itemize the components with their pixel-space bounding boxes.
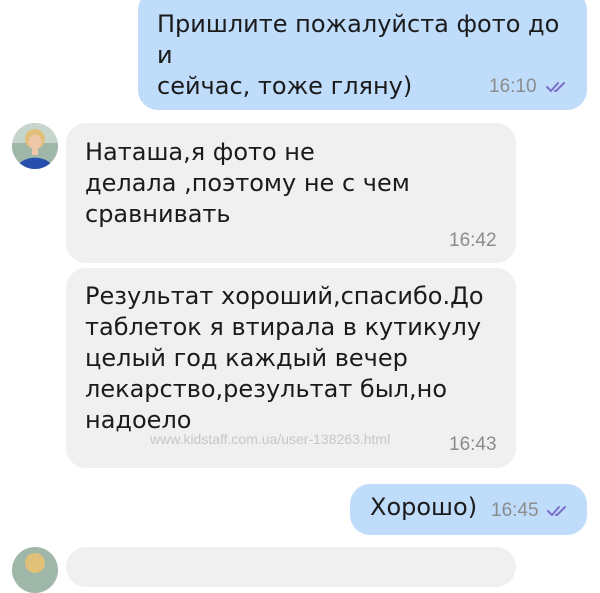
contact-avatar[interactable] xyxy=(12,123,58,169)
message-text: Наташа,я фото не делала ,поэтому не с че… xyxy=(85,138,410,228)
message-text: Результат хороший,спасибо.До таблеток я … xyxy=(85,282,484,434)
contact-avatar[interactable] xyxy=(12,547,58,593)
watermark: www.kidstaff.com.ua/user-138263.html xyxy=(150,431,391,447)
double-check-icon xyxy=(547,506,566,516)
message-time: 16:45 xyxy=(491,500,539,521)
outgoing-message-bubble[interactable]: Хорошо) 16:45 xyxy=(350,484,587,535)
message-text: Хорошо) xyxy=(370,493,478,521)
incoming-message-bubble[interactable] xyxy=(66,547,516,587)
incoming-message-bubble[interactable]: Наташа,я фото не делала ,поэтому не с че… xyxy=(66,123,516,263)
incoming-message-bubble[interactable]: Результат хороший,спасибо.До таблеток я … xyxy=(66,268,516,468)
message-time: 16:10 xyxy=(489,76,537,97)
message-time: 16:43 xyxy=(449,434,497,455)
outgoing-message-bubble[interactable]: Пришлите пожалуйста фото до и сейчас, то… xyxy=(138,0,587,110)
message-time: 16:42 xyxy=(449,230,497,251)
double-check-icon xyxy=(546,82,565,92)
